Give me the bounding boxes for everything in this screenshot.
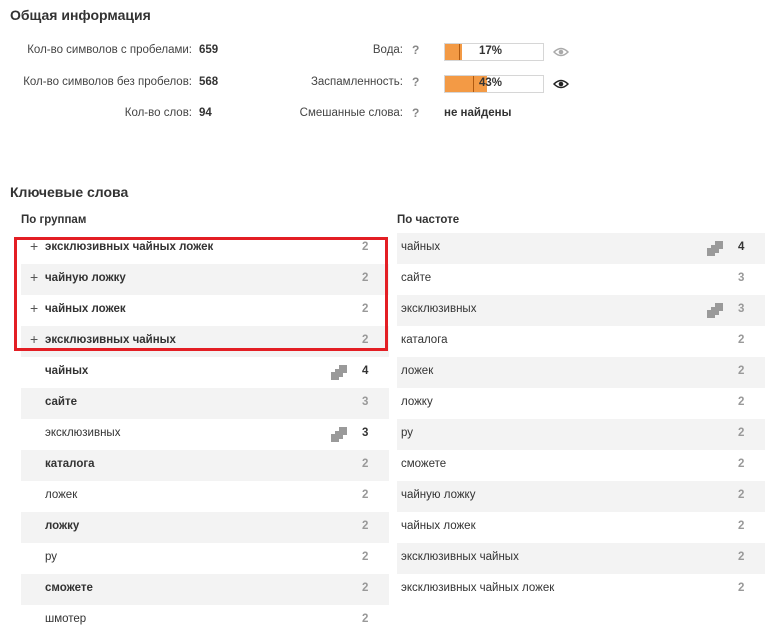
spam-progress-bar: 43% [444, 75, 544, 93]
groups-column-header: По группам [21, 214, 87, 226]
group-keyword: ложку [45, 520, 80, 532]
frequency-row: ложку 2 [397, 388, 765, 419]
spam-label: Заспамленность: [310, 76, 403, 88]
group-keyword: сайте [45, 396, 78, 408]
stack-icon[interactable] [331, 427, 347, 442]
frequency-count: 3 [738, 272, 745, 284]
group-count: 2 [362, 520, 369, 532]
group-row: шмотер 2 [21, 605, 389, 636]
frequency-keyword: ложку [401, 396, 433, 408]
water-eye-icon[interactable] [552, 45, 570, 57]
group-keyword: эксклюзивных [45, 427, 121, 439]
frequency-row: сможете 2 [397, 450, 765, 481]
group-keyword: каталога [45, 458, 95, 470]
spam-bar-marker [473, 76, 474, 92]
frequency-row: чайную ложку 2 [397, 481, 765, 512]
spam-eye-icon[interactable] [552, 77, 570, 89]
group-keyword: сможете [45, 582, 93, 594]
frequency-row: ложек 2 [397, 357, 765, 388]
water-help-question-icon[interactable]: ? [412, 43, 419, 57]
group-row: эксклюзивных 3 [21, 419, 389, 450]
frequency-keyword: чайных ложек [401, 520, 476, 532]
frequency-row: ру 2 [397, 419, 765, 450]
group-count: 3 [362, 427, 369, 439]
words-label: Кол-во слов: [124, 107, 192, 119]
frequency-keyword: сайте [401, 272, 432, 284]
group-row: ру 2 [21, 543, 389, 574]
frequency-count: 4 [738, 241, 745, 253]
frequency-keyword: эксклюзивных чайных ложек [401, 582, 555, 594]
frequency-count: 3 [738, 303, 745, 315]
mixed-words-label: Смешанные слова: [299, 107, 403, 119]
frequency-row: эксклюзивных 3 [397, 295, 765, 326]
frequency-count: 2 [738, 520, 745, 532]
group-count: 2 [362, 582, 369, 594]
group-count: 4 [362, 365, 369, 377]
group-row: ложек 2 [21, 481, 389, 512]
group-keyword: ру [45, 551, 58, 563]
water-value: 17% [479, 45, 503, 57]
general-info-title: Общая информация [10, 7, 151, 23]
mixed-help-question-icon[interactable]: ? [412, 106, 419, 120]
group-row: ложку 2 [21, 512, 389, 543]
stack-icon[interactable] [707, 303, 723, 318]
frequency-keyword: чайную ложку [401, 489, 476, 501]
group-keyword: ложек [45, 489, 78, 501]
group-keyword: шмотер [45, 613, 87, 625]
frequency-count: 2 [738, 427, 745, 439]
group-count: 2 [362, 458, 369, 470]
frequency-row: эксклюзивных чайных 2 [397, 543, 765, 574]
mixed-words-value: не найдены [444, 107, 512, 119]
spam-value: 43% [479, 77, 503, 89]
group-row: сайте 3 [21, 388, 389, 419]
spam-help-question-icon[interactable]: ? [412, 75, 419, 89]
group-row: чайных 4 [21, 357, 389, 388]
group-row: каталога 2 [21, 450, 389, 481]
water-bar-marker [459, 44, 460, 60]
highlight-box [14, 237, 388, 351]
frequency-count: 2 [738, 458, 745, 470]
group-keyword: чайных [45, 365, 89, 377]
group-count: 2 [362, 489, 369, 501]
frequency-column-header: По частоте [397, 214, 460, 226]
frequency-count: 2 [738, 365, 745, 377]
frequency-row: сайте 3 [397, 264, 765, 295]
water-progress-bar: 17% [444, 43, 544, 61]
group-row: сможете 2 [21, 574, 389, 605]
frequency-row: чайных ложек 2 [397, 512, 765, 543]
stack-icon[interactable] [331, 365, 347, 380]
group-count: 2 [362, 551, 369, 563]
stack-icon[interactable] [707, 241, 723, 256]
frequency-keyword: чайных [401, 241, 441, 253]
frequency-count: 2 [738, 551, 745, 563]
frequency-keyword: ложек [401, 365, 434, 377]
frequency-count: 2 [738, 396, 745, 408]
frequency-row: эксклюзивных чайных ложек 2 [397, 574, 765, 605]
frequency-keyword: эксклюзивных [401, 303, 477, 315]
frequency-count: 2 [738, 582, 745, 594]
group-count: 2 [362, 613, 369, 625]
frequency-row: каталога 2 [397, 326, 765, 357]
frequency-count: 2 [738, 334, 745, 346]
keywords-title: Ключевые слова [10, 184, 129, 200]
words-value: 94 [199, 107, 212, 119]
chars-with-spaces-label: Кол-во символов с пробелами: [27, 44, 192, 56]
frequency-count: 2 [738, 489, 745, 501]
frequency-keyword: сможете [401, 458, 447, 470]
group-count: 3 [362, 396, 369, 408]
frequency-keyword: ру [401, 427, 414, 439]
frequency-keyword: каталога [401, 334, 448, 346]
frequency-row: чайных 4 [397, 233, 765, 264]
frequency-keyword: эксклюзивных чайных [401, 551, 519, 563]
chars-no-spaces-label: Кол-во символов без пробелов: [23, 76, 192, 88]
water-label: Вода: [372, 44, 403, 56]
